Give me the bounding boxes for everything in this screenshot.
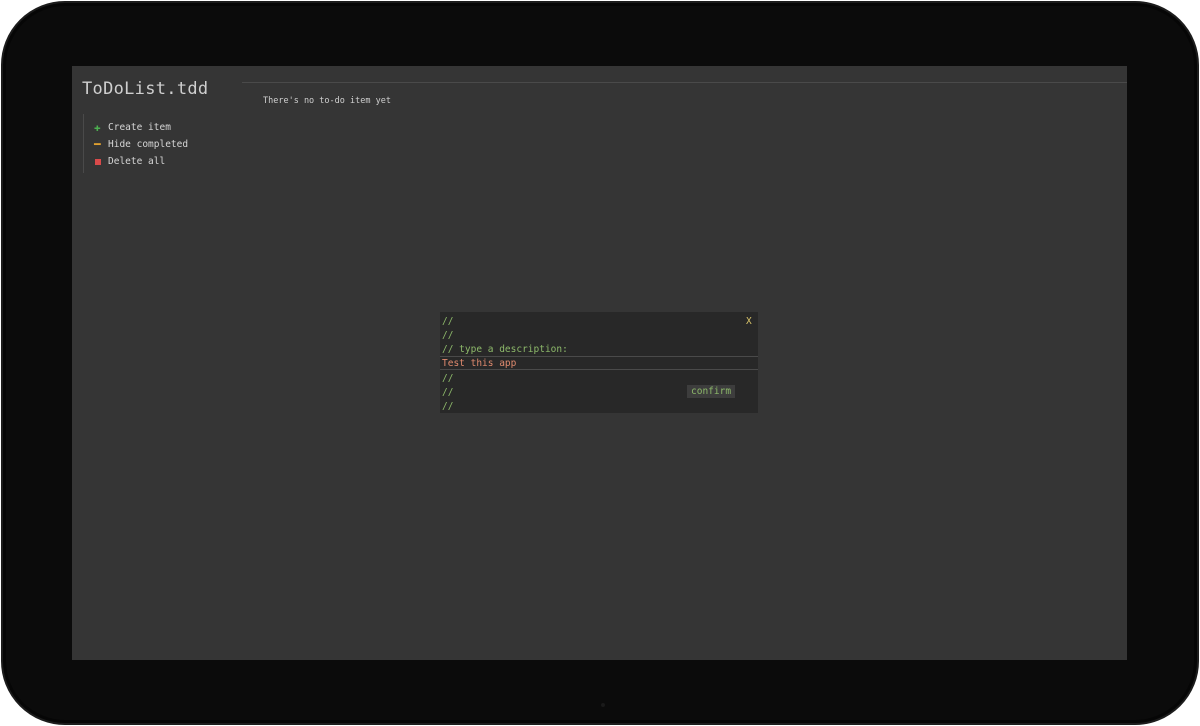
close-button[interactable]: X xyxy=(746,316,752,327)
create-item-label: Create item xyxy=(108,122,171,133)
comment-line: // xyxy=(442,401,454,412)
comment-line: // xyxy=(442,330,454,341)
minus-icon: ━ xyxy=(94,138,101,151)
comment-line: // xyxy=(442,316,454,327)
hide-completed-label: Hide completed xyxy=(108,139,189,150)
camera-dot xyxy=(601,703,605,707)
create-item-dialog: // X // // type a description: // // con… xyxy=(440,312,758,413)
content-divider xyxy=(242,82,1127,83)
description-prompt: // type a description: xyxy=(442,344,568,355)
app-screen: ToDoList.tdd ✚ Create item ━ Hide comple… xyxy=(72,66,1127,660)
plus-icon: ✚ xyxy=(94,121,101,134)
confirm-button[interactable]: confirm xyxy=(687,385,736,398)
comment-line: // xyxy=(442,387,454,398)
empty-list-message: There's no to-do item yet xyxy=(263,96,391,106)
hide-completed-button[interactable]: ━ Hide completed xyxy=(94,136,234,153)
comment-line: // xyxy=(442,373,454,384)
delete-all-label: Delete all xyxy=(108,156,166,167)
description-input[interactable] xyxy=(440,356,758,370)
app-title: ToDoList.tdd xyxy=(82,79,209,99)
sidebar-menu: ✚ Create item ━ Hide completed Delete al… xyxy=(83,114,234,173)
square-icon xyxy=(94,158,108,165)
delete-all-button[interactable]: Delete all xyxy=(94,153,234,170)
create-item-button[interactable]: ✚ Create item xyxy=(94,119,234,136)
